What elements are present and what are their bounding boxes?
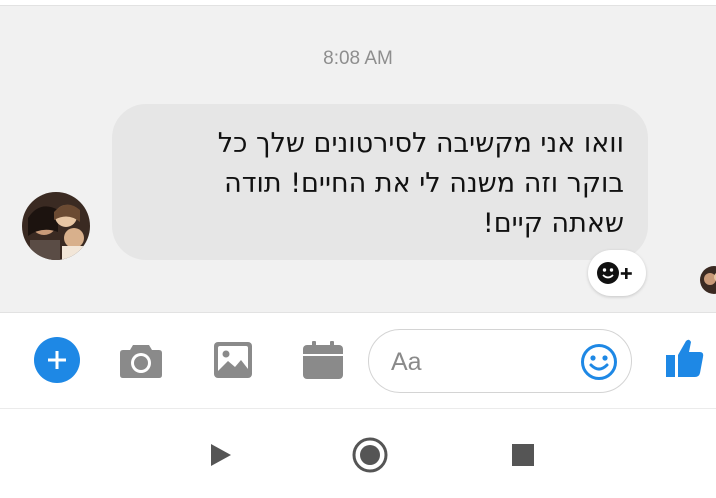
more-actions-button[interactable] <box>34 337 80 383</box>
nav-back-button[interactable] <box>200 435 240 475</box>
message-composer: Aa <box>0 312 716 408</box>
home-circle-icon <box>352 437 388 473</box>
image-icon <box>214 342 252 378</box>
back-triangle-icon <box>211 444 231 466</box>
like-button[interactable] <box>662 333 708 383</box>
plus-icon <box>48 351 66 369</box>
add-reaction-button[interactable] <box>588 250 646 296</box>
smiley-icon <box>581 344 617 380</box>
gallery-button[interactable] <box>210 337 256 383</box>
nav-home-button[interactable] <box>350 435 390 475</box>
header-divider <box>0 0 716 6</box>
avatar-photo <box>22 192 90 260</box>
read-receipt-photo <box>700 266 716 294</box>
recents-square-icon <box>512 444 534 466</box>
read-receipt-avatar <box>700 266 716 294</box>
camera-icon <box>120 345 162 378</box>
schedule-button[interactable] <box>300 337 346 383</box>
nav-recents-button[interactable] <box>503 435 543 475</box>
thumbs-up-icon <box>666 339 704 377</box>
add-reaction-icon <box>597 262 632 284</box>
calendar-icon <box>303 341 343 379</box>
system-navigation-bar <box>0 408 716 498</box>
message-bubble[interactable]: וואו אני מקשיבה לסירטונים שלך כל בוקר וז… <box>112 104 648 260</box>
message-input[interactable]: Aa <box>368 329 632 393</box>
message-input-placeholder: Aa <box>391 348 422 376</box>
conversation-area: 8:08 AM וואו אני מקשיבה לסירטונים שלך כל… <box>0 0 716 312</box>
emoji-button[interactable] <box>579 342 619 382</box>
camera-button[interactable] <box>118 337 164 383</box>
message-timestamp: 8:08 AM <box>323 48 393 69</box>
message-text: וואו אני מקשיבה לסירטונים שלך כל בוקר וז… <box>217 128 624 239</box>
sender-avatar[interactable] <box>22 192 90 260</box>
